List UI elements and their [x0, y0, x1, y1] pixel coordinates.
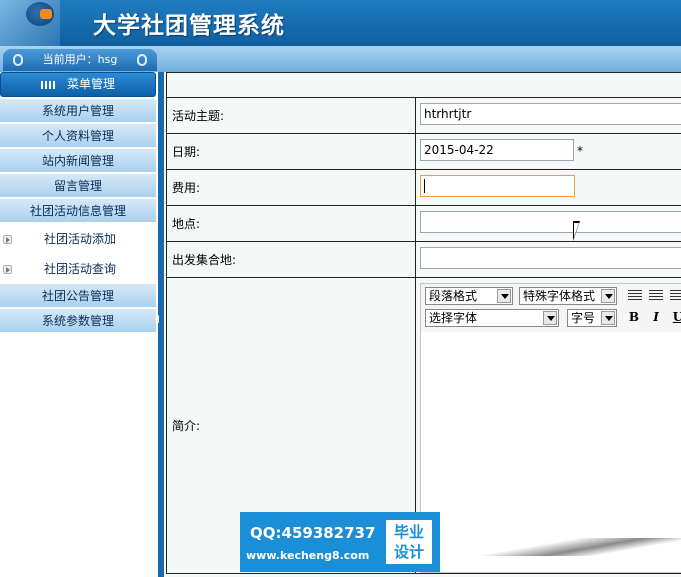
logo-area — [0, 0, 60, 46]
sidebar: 菜单管理 系统用户管理 个人资料管理 站内新闻管理 留言管理 社团活动信息管理 … — [0, 72, 158, 577]
paragraph-format-select[interactable]: 段落格式 — [425, 287, 513, 305]
badge-line: 设计 — [393, 543, 424, 561]
sidebar-item-label: 站内新闻管理 — [41, 154, 114, 168]
select-value: 段落格式 — [429, 289, 478, 303]
sidebar-item-label: 社团活动查询 — [44, 262, 117, 276]
watermark-badge: 毕业 设计 — [386, 520, 432, 564]
intro-editor[interactable]: 段落格式 特殊字体格式 选择字体 字号 B I U — [420, 283, 681, 573]
location-input[interactable] — [420, 211, 681, 233]
menu-header-label: 菜单管理 — [66, 77, 115, 91]
sidebar-item-label: 社团活动添加 — [44, 232, 117, 246]
sidebar-item-label: 留言管理 — [53, 179, 102, 193]
sidebar-collapse-bar[interactable] — [155, 72, 164, 577]
app-title: 大学社团管理系统 — [93, 12, 285, 39]
sidebar-subitem-activity-add[interactable]: 社团活动添加 — [0, 225, 156, 253]
bold-icon[interactable]: B — [625, 308, 643, 326]
italic-icon[interactable]: I — [647, 308, 665, 326]
sidebar-item-news[interactable]: 站内新闻管理 — [0, 149, 156, 173]
sidebar-item-label: 系统参数管理 — [41, 314, 114, 328]
align-left-icon[interactable] — [628, 290, 642, 302]
font-size-select[interactable]: 字号 — [567, 309, 617, 327]
field-label: 日期: — [166, 133, 416, 170]
sidebar-item-system-users[interactable]: 系统用户管理 — [0, 99, 156, 123]
form-header-row — [166, 72, 681, 98]
align-right-icon[interactable] — [670, 290, 681, 302]
sidebar-item-announcements[interactable]: 社团公告管理 — [0, 284, 156, 308]
date-input[interactable]: 2015-04-22 — [420, 139, 574, 161]
meeting-place-input[interactable] — [420, 247, 681, 269]
expand-arrow-icon — [3, 235, 12, 244]
chevron-down-icon — [601, 289, 615, 303]
required-mark: * — [577, 144, 583, 158]
main-content: 活动主题: 日期: 费用: 地点: 出发集合地: 简介: htrhrtjtr 2… — [166, 72, 681, 577]
grid-icon — [40, 80, 55, 89]
menu-header[interactable]: 菜单管理 — [0, 72, 156, 97]
ring-icon — [13, 54, 23, 66]
watermark-qq: QQ:459382737 — [250, 524, 376, 542]
select-value: 字号 — [571, 311, 596, 325]
field-label: 出发集合地: — [166, 241, 416, 278]
chevron-down-icon — [543, 311, 557, 325]
sidebar-subitem-activity-query[interactable]: 社团活动查询 — [0, 255, 156, 283]
watermark-url: www.kecheng8.com — [246, 549, 370, 562]
font-select[interactable]: 选择字体 — [425, 309, 559, 327]
sidebar-item-activity-info[interactable]: 社团活动信息管理 — [0, 199, 156, 223]
watermark-banner: QQ:459382737 www.kecheng8.com 毕业 设计 — [240, 512, 440, 572]
special-font-format-select[interactable]: 特殊字体格式 — [519, 287, 617, 305]
sidebar-item-label: 系统用户管理 — [41, 104, 114, 118]
badge-line: 毕业 — [393, 523, 424, 541]
align-center-icon[interactable] — [649, 290, 663, 302]
sidebar-item-label: 个人资料管理 — [41, 129, 114, 143]
watermark-shadow — [440, 538, 681, 556]
chevron-down-icon — [497, 289, 511, 303]
select-value: 特殊字体格式 — [523, 289, 596, 303]
sidebar-item-profile[interactable]: 个人资料管理 — [0, 124, 156, 148]
ring-icon — [137, 54, 147, 66]
expand-arrow-icon — [3, 265, 12, 274]
field-label: 费用: — [166, 169, 416, 206]
sidebar-item-messages[interactable]: 留言管理 — [0, 174, 156, 198]
sidebar-item-system-params[interactable]: 系统参数管理 — [0, 309, 156, 333]
sidebar-item-label: 社团活动信息管理 — [29, 204, 126, 218]
mouse-cursor-icon — [573, 221, 580, 241]
app-header: 大学社团管理系统 — [0, 0, 681, 46]
field-label: 活动主题: — [166, 97, 416, 134]
underline-icon[interactable]: U — [669, 308, 681, 326]
chevron-down-icon — [601, 311, 615, 325]
field-label: 地点: — [166, 205, 416, 242]
current-user-label: 当前用户：hsg — [42, 53, 118, 66]
activity-title-input[interactable]: htrhrtjtr — [420, 103, 681, 125]
cost-input[interactable] — [420, 175, 575, 197]
current-user-bar: 当前用户：hsg — [3, 49, 157, 71]
logo-icon — [26, 2, 54, 26]
sidebar-item-label: 社团公告管理 — [41, 289, 114, 303]
text-caret — [424, 179, 425, 193]
select-value: 选择字体 — [429, 311, 478, 325]
